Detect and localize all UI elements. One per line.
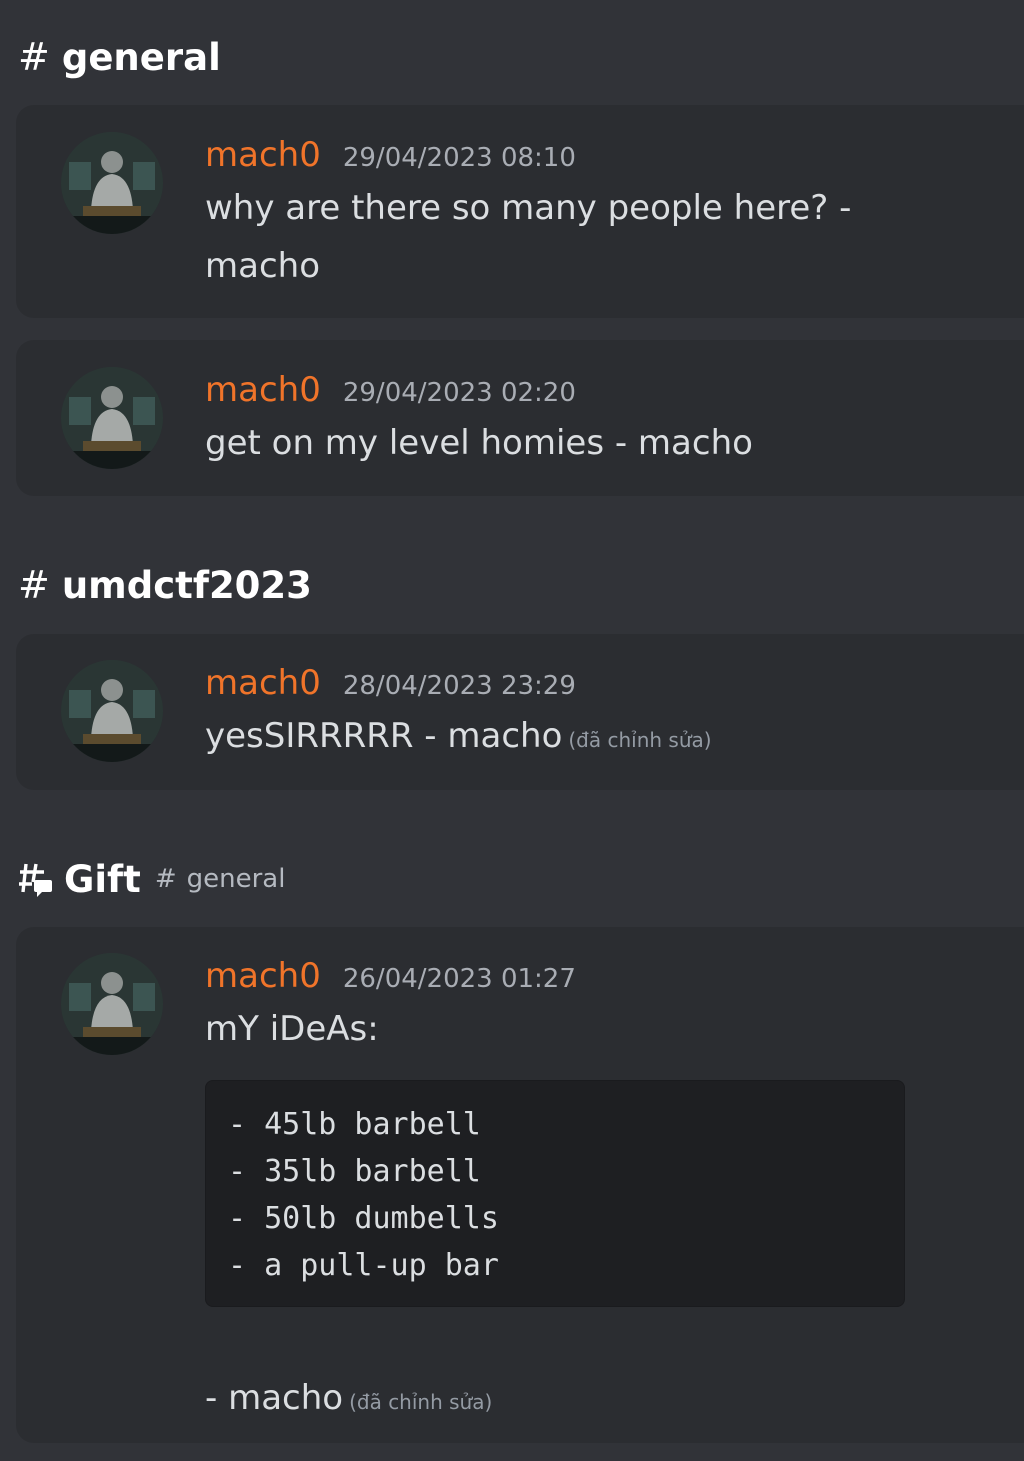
code-block[interactable]: - 45lb barbell - 35lb barbell - 50lb dum… [205, 1080, 905, 1307]
avatar[interactable] [61, 660, 163, 762]
message-content: mach0 28/04/2023 23:29 yesSIRRRRR - mach… [205, 663, 986, 769]
message-content: mach0 29/04/2023 02:20 get on my level h… [205, 370, 986, 472]
message-line: - macho [205, 1378, 344, 1418]
code-line: - a pull-up bar [228, 1248, 499, 1283]
channel-header-general[interactable]: # general [18, 32, 221, 82]
timestamp: 29/04/2023 08:10 [342, 143, 576, 173]
avatar[interactable] [61, 953, 163, 1055]
thread-icon [19, 863, 52, 897]
timestamp: 26/04/2023 01:27 [342, 964, 576, 994]
message-text: yesSIRRRRR - macho (đã chỉnh sửa) [205, 707, 986, 769]
code-line: - 50lb dumbells [228, 1201, 499, 1236]
thread-name: Gift [64, 857, 141, 901]
hash-icon: # [18, 35, 50, 79]
avatar-image-icon [61, 953, 163, 1055]
message-text: why are there so many people here? - mac… [205, 179, 986, 295]
hash-icon: # [154, 864, 177, 894]
avatar[interactable] [61, 132, 163, 234]
username[interactable]: mach0 [205, 370, 321, 410]
message-line: why are there so many people here? - [205, 188, 852, 228]
message-content: mach0 29/04/2023 08:10 why are there so … [205, 135, 986, 295]
message-footer: - macho (đã chỉnh sửa) [205, 1369, 986, 1431]
edited-label: (đã chỉnh sửa) [568, 728, 712, 752]
code-line: - 45lb barbell [228, 1107, 481, 1142]
username[interactable]: mach0 [205, 956, 321, 996]
timestamp: 29/04/2023 02:20 [342, 378, 576, 408]
channel-name: umdctf2023 [61, 563, 312, 607]
hash-icon: # [18, 563, 50, 607]
message-text: mY iDeAs: [205, 1009, 379, 1049]
message-line: yesSIRRRRR - macho [205, 716, 563, 756]
avatar-image-icon [61, 132, 163, 234]
message-card[interactable]: mach0 29/04/2023 08:10 why are there so … [16, 105, 1024, 318]
thread-header-gift[interactable]: Gift # general [18, 854, 285, 904]
message-card[interactable]: mach0 29/04/2023 02:20 get on my level h… [16, 340, 1024, 496]
timestamp: 28/04/2023 23:29 [342, 671, 576, 701]
message-card[interactable]: mach0 28/04/2023 23:29 yesSIRRRRR - mach… [16, 634, 1024, 790]
message-line: macho [205, 246, 320, 286]
parent-channel-name[interactable]: general [187, 864, 286, 894]
username[interactable]: mach0 [205, 663, 321, 703]
avatar-image-icon [61, 660, 163, 762]
avatar-image-icon [61, 367, 163, 469]
avatar[interactable] [61, 367, 163, 469]
code-line: - 35lb barbell [228, 1154, 481, 1189]
channel-name: general [61, 35, 221, 79]
message-text: get on my level homies - macho [205, 423, 753, 463]
username[interactable]: mach0 [205, 135, 321, 175]
message-card[interactable]: mach0 26/04/2023 01:27 mY iDeAs: - 45lb … [16, 927, 1024, 1443]
edited-label: (đã chỉnh sửa) [349, 1390, 493, 1414]
message-content: mach0 26/04/2023 01:27 mY iDeAs: [205, 956, 986, 1058]
channel-header-umdctf2023[interactable]: # umdctf2023 [18, 560, 312, 610]
